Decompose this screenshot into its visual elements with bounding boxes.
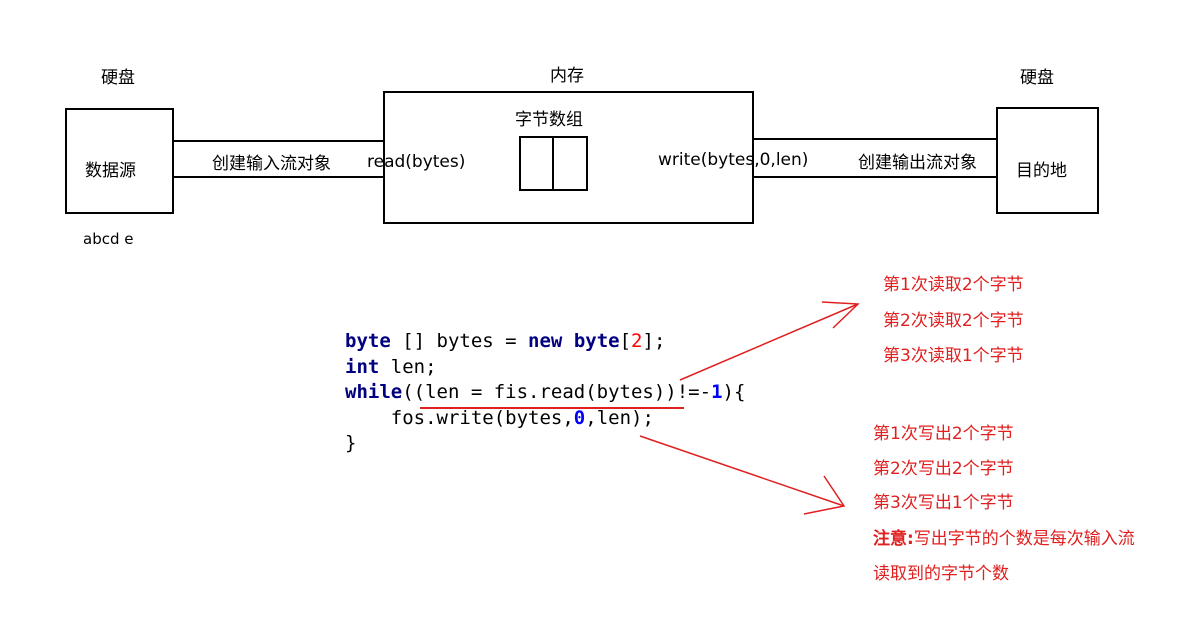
attention-note: 注意:写出字节的个数是每次输入流 <box>873 524 1135 549</box>
byte-array-label: 字节数组 <box>515 110 583 130</box>
code-line-4: fos.write(bytes,0,len); <box>390 406 654 429</box>
output-stream-label: 创建输出流对象 <box>858 153 977 173</box>
write-note-1: 第1次写出2个字节 <box>873 424 1014 444</box>
memory-title: 内存 <box>550 66 584 86</box>
data-source-content: abcd e <box>83 230 134 248</box>
code-line-3: while((len = fis.read(bytes))!=-1){ <box>345 381 746 403</box>
destination-label: 目的地 <box>1016 161 1067 181</box>
data-source-label: 数据源 <box>85 161 136 181</box>
write-label: write(bytes,0,len) <box>658 150 809 170</box>
code-block: byte [] bytes = new byte[2]; int len; whil… <box>345 329 745 457</box>
input-stream-label: 创建输入流对象 <box>212 154 331 174</box>
left-disk-title: 硬盘 <box>101 68 135 88</box>
destination-box: 目的地 <box>996 107 1099 214</box>
memory-box: 字节数组 read(bytes) write(bytes,0,len) <box>367 91 808 224</box>
write-note-2: 第2次写出2个字节 <box>873 459 1014 479</box>
right-disk-title: 硬盘 <box>1020 68 1054 88</box>
code-line-2: int len; <box>345 355 437 378</box>
code-line-1: byte [] bytes = new byte[2]; <box>345 330 666 352</box>
read-label: read(bytes) <box>367 152 466 172</box>
write-note-3: 第3次写出1个字节 <box>873 493 1014 513</box>
read-note-2: 第2次读取2个字节 <box>883 311 1024 331</box>
read-note-1: 第1次读取2个字节 <box>883 275 1024 295</box>
code-line-5: } <box>345 432 357 454</box>
read-note-3: 第3次读取1个字节 <box>883 346 1024 366</box>
attention-prefix: 注意: <box>873 529 914 549</box>
byte-array-divider <box>552 138 554 189</box>
attention-text: 写出字节的个数是每次输入流 <box>913 529 1135 549</box>
attention-note-2: 读取到的字节个数 <box>873 564 1009 584</box>
data-source-box: 数据源 <box>65 108 174 214</box>
byte-array <box>519 136 588 191</box>
